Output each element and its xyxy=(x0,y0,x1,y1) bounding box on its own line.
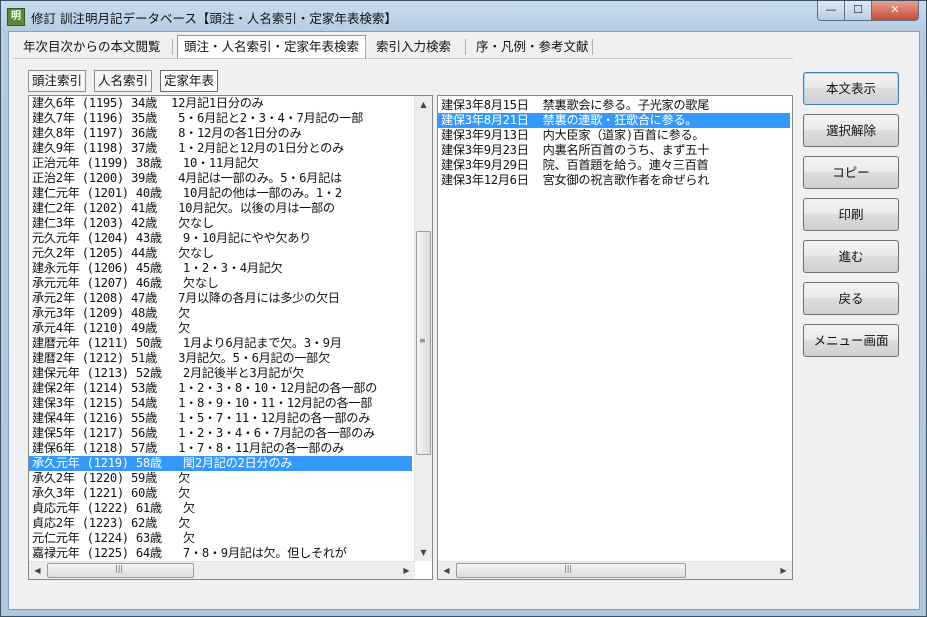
tab-underline xyxy=(13,58,793,59)
clear-selection-button[interactable]: 選択解除 xyxy=(803,114,899,147)
left-vertical-scrollbar[interactable]: ▲ ≡ ▼ xyxy=(414,96,432,561)
nenpyo-detail-listbox[interactable]: 建保3年8月15日 禁裏歌会に参る。子光家の歌尾 建保3年8月21日 禁裏の連歌・… xyxy=(437,95,793,580)
nenpyo-list-item[interactable]: 元久元年 (1204) 43歳 9・10月記にやや欠あり xyxy=(29,231,412,246)
nenpyo-list-item[interactable]: 建保6年 (1218) 57歳 1・7・8・11月記の各一部のみ xyxy=(29,441,412,456)
nenpyo-list-item[interactable]: 承久3年 (1221) 60歳 欠 xyxy=(29,486,412,501)
nenpyo-list-item[interactable]: 建保5年 (1217) 56歳 1・2・3・4・6・7月記の各一部のみ xyxy=(29,426,412,441)
detail-list-item[interactable]: 建保3年9月13日 内大臣家（道家)百首に参る。 xyxy=(438,128,790,143)
tab-nenji-mokuji[interactable]: 年次目次からの本文閲覧 xyxy=(17,36,167,58)
detail-list-item[interactable]: 建保3年12月6日 宮女御の祝言歌作者を命ぜられ xyxy=(438,173,790,188)
nenpyo-list-item[interactable]: 建暦元年 (1211) 50歳 1月より6月記まで欠。3・9月 xyxy=(29,336,412,351)
subtab-jinmei-sakuin[interactable]: 人名索引 xyxy=(94,70,153,92)
nenpyo-list-item[interactable]: 元久2年 (1205) 44歳 欠なし xyxy=(29,246,412,261)
right-horizontal-scrollbar[interactable]: ◀ ||| ▶ xyxy=(438,561,792,579)
detail-list-item[interactable]: 建保3年8月21日 禁裏の連歌・狂歌合に参る。 xyxy=(438,113,790,128)
nenpyo-list-item[interactable]: 貞応元年 (1222) 61歳 欠 xyxy=(29,501,412,516)
left-horizontal-scrollbar[interactable]: ◀ ||| ▶ xyxy=(29,561,415,579)
scroll-down-icon[interactable]: ▼ xyxy=(415,544,432,561)
show-text-button[interactable]: 本文表示 xyxy=(803,72,899,105)
tab-tochu-jinmei-nenpyo[interactable]: 頭注・人名索引・定家年表検索 xyxy=(177,35,367,59)
nenpyo-list-item[interactable]: 建久8年 (1197) 36歳 8・12月の各1日分のみ xyxy=(29,126,412,141)
nenpyo-list-item[interactable]: 建暦2年 (1212) 51歳 3月記欠。5・6月記の一部欠 xyxy=(29,351,412,366)
nenpyo-list-item[interactable]: 建仁元年 (1201) 40歳 10月記の他は一部のみ。1・2 xyxy=(29,186,412,201)
nenpyo-list-item[interactable]: 元仁元年 (1224) 63歳 欠 xyxy=(29,531,412,546)
scroll-right-icon[interactable]: ▶ xyxy=(398,562,415,579)
grip-icon: ||| xyxy=(564,564,573,573)
client-area: 年次目次からの本文閲覧 頭注・人名索引・定家年表検索 索引入力検索 序・凡例・参… xyxy=(8,31,920,610)
tab-jo-hanrei[interactable]: 序・凡例・参考文献 xyxy=(470,36,595,58)
nenpyo-list-item[interactable]: 建永元年 (1206) 45歳 1・2・3・4月記欠 xyxy=(29,261,412,276)
nenpyo-list-item[interactable]: 承元4年 (1210) 49歳 欠 xyxy=(29,321,412,336)
window-title: 修訂 訓注明月記データベース【頭注・人名索引・定家年表検索】 xyxy=(31,11,397,26)
scroll-up-icon[interactable]: ▲ xyxy=(415,96,432,113)
nenpyo-list-item[interactable]: 承元元年 (1207) 46歳 欠なし xyxy=(29,276,412,291)
nenpyo-list-item[interactable]: 承久2年 (1220) 59歳 欠 xyxy=(29,471,412,486)
nenpyo-list-item[interactable]: 承久元年 (1219) 58歳 閏2月記の2日分のみ xyxy=(29,456,412,471)
nenpyo-list-item[interactable]: 承元2年 (1208) 47歳 7月以降の各月には多少の欠日 xyxy=(29,291,412,306)
nenpyo-rows: 建久6年 (1195) 34歳 12月記1日分のみ 建久7年 (1196) 35歳… xyxy=(29,96,412,561)
detail-list-item[interactable]: 建保3年9月23日 内裏名所百首のうち、まず五十 xyxy=(438,143,790,158)
nenpyo-list-item[interactable]: 建保4年 (1216) 55歳 1・5・7・11・12月記の各一部のみ xyxy=(29,411,412,426)
nenpyo-list-item[interactable]: 嘉禄元年 (1225) 64歳 7・8・9月記は欠。但しそれが xyxy=(29,546,412,561)
nenpyo-list-item[interactable]: 貞応2年 (1223) 62歳 欠 xyxy=(29,516,412,531)
nenpyo-list-item[interactable]: 建仁2年 (1202) 41歳 10月記欠。以後の月は一部の xyxy=(29,201,412,216)
minimize-button[interactable]: — xyxy=(817,1,845,21)
grip-icon: ≡ xyxy=(419,336,426,345)
title-bar[interactable]: 明 修訂 訓注明月記データベース【頭注・人名索引・定家年表検索】 — ☐ ✕ xyxy=(1,1,926,31)
nenpyo-list-item[interactable]: 正治2年 (1200) 39歳 4月記は一部のみ。5・6月記は xyxy=(29,171,412,186)
scroll-left-icon[interactable]: ◀ xyxy=(438,562,455,579)
detail-rows: 建保3年8月15日 禁裏歌会に参る。子光家の歌尾 建保3年8月21日 禁裏の連歌・… xyxy=(438,98,790,563)
back-button[interactable]: 戻る xyxy=(803,282,899,315)
tab-separator xyxy=(172,39,173,55)
nenpyo-list-item[interactable]: 建保2年 (1214) 53歳 1・2・3・8・10・12月記の各一部の xyxy=(29,381,412,396)
nenpyo-list-item[interactable]: 建保3年 (1215) 54歳 1・8・9・10・11・12月記の各一部 xyxy=(29,396,412,411)
grip-icon: ||| xyxy=(115,564,124,573)
nenpyo-list-item[interactable]: 建保元年 (1213) 52歳 2月記後半と3月記が欠 xyxy=(29,366,412,381)
maximize-button[interactable]: ☐ xyxy=(844,1,872,21)
tab-separator xyxy=(365,39,366,55)
nenpyo-listbox[interactable]: 建久6年 (1195) 34歳 12月記1日分のみ 建久7年 (1196) 35歳… xyxy=(28,95,433,580)
print-button[interactable]: 印刷 xyxy=(803,198,899,231)
detail-list-item[interactable]: 建保3年8月15日 禁裏歌会に参る。子光家の歌尾 xyxy=(438,98,790,113)
tab-separator xyxy=(465,39,466,55)
nenpyo-list-item[interactable]: 承元3年 (1209) 48歳 欠 xyxy=(29,306,412,321)
detail-list-item[interactable]: 建保3年9月29日 院、百首題を給う。連々三百首 xyxy=(438,158,790,173)
main-window: 明 修訂 訓注明月記データベース【頭注・人名索引・定家年表検索】 — ☐ ✕ 年… xyxy=(0,0,927,617)
scroll-left-icon[interactable]: ◀ xyxy=(29,562,46,579)
tab-sakuin-nyuryoku[interactable]: 索引入力検索 xyxy=(370,36,457,58)
tab-separator xyxy=(592,39,593,55)
scroll-right-icon[interactable]: ▶ xyxy=(775,562,792,579)
subtab-tochu-sakuin[interactable]: 頭注索引 xyxy=(28,70,87,92)
close-button[interactable]: ✕ xyxy=(871,1,919,21)
subtab-teika-nenpyo[interactable]: 定家年表 xyxy=(160,70,219,92)
nenpyo-list-item[interactable]: 建久7年 (1196) 35歳 5・6月記と2・3・4・7月記の一部 xyxy=(29,111,412,126)
copy-button[interactable]: コピー xyxy=(803,156,899,189)
forward-button[interactable]: 進む xyxy=(803,240,899,273)
app-icon: 明 xyxy=(7,8,25,26)
nenpyo-list-item[interactable]: 正治元年 (1199) 38歳 10・11月記欠 xyxy=(29,156,412,171)
nenpyo-list-item[interactable]: 建仁3年 (1203) 42歳 欠なし xyxy=(29,216,412,231)
nenpyo-list-item[interactable]: 建久9年 (1198) 37歳 1・2月記と12月の1日分とのみ xyxy=(29,141,412,156)
menu-button[interactable]: メニュー画面 xyxy=(803,324,899,357)
nenpyo-list-item[interactable]: 建久6年 (1195) 34歳 12月記1日分のみ xyxy=(29,96,412,111)
